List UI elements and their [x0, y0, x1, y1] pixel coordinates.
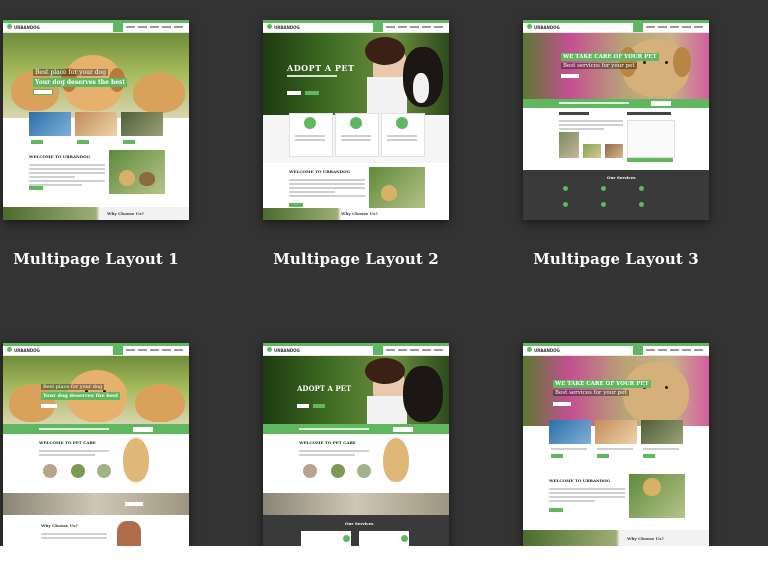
layout-thumbnail-1[interactable]: URBANDOG Best place for your dog Your do… — [3, 20, 189, 220]
hero-banner: ADOPT A PET — [263, 33, 449, 115]
logo-icon — [527, 24, 532, 29]
hero-banner: Best place for your dog Your dog deserve… — [3, 33, 189, 118]
service-icon — [304, 117, 316, 129]
service-icon — [601, 186, 606, 191]
service-icon — [401, 535, 408, 542]
service-icon — [639, 186, 644, 191]
layout-title[interactable]: Multipage Layout 1 — [3, 250, 189, 268]
logo-icon — [7, 24, 12, 29]
logo-icon — [267, 347, 272, 352]
hero-banner: WE TAKE CARE OF YOUR PET Best services f… — [523, 33, 709, 99]
service-icon — [563, 202, 568, 207]
layout-thumbnail-4[interactable]: URBANDOG Best place for your dog Your do… — [3, 343, 189, 546]
logo-icon — [267, 24, 272, 29]
logo-icon — [7, 347, 12, 352]
layout-thumbnail-2[interactable]: URBANDOG ADOPT A PET WELCOME TO URBANDOG… — [263, 20, 449, 220]
hero-banner: WE TAKE CARE OF YOUR PET Best services f… — [523, 356, 709, 426]
layout-thumbnail-5[interactable]: URBANDOG ADOPT A PET WELCOME TO PET CARE — [263, 343, 449, 546]
layout-thumbnail-6[interactable]: URBANDOG WE TAKE CARE OF YOUR PET Best s… — [523, 343, 709, 546]
hero-banner: ADOPT A PET — [263, 356, 449, 424]
layout-title[interactable]: Multipage Layout 2 — [263, 250, 449, 268]
logo-icon — [527, 347, 532, 352]
service-icon — [601, 202, 606, 207]
service-icon — [639, 202, 644, 207]
service-icon — [350, 117, 362, 129]
layout-thumbnail-3[interactable]: URBANDOG WE TAKE CARE OF YOUR PET Best s… — [523, 20, 709, 220]
hero-banner: Best place for your dog Your dog deserve… — [3, 356, 189, 424]
service-icon — [343, 535, 350, 542]
service-icon — [396, 117, 408, 129]
layout-title[interactable]: Multipage Layout 3 — [523, 250, 709, 268]
layout-gallery: URBANDOG Best place for your dog Your do… — [0, 0, 768, 546]
service-icon — [563, 186, 568, 191]
